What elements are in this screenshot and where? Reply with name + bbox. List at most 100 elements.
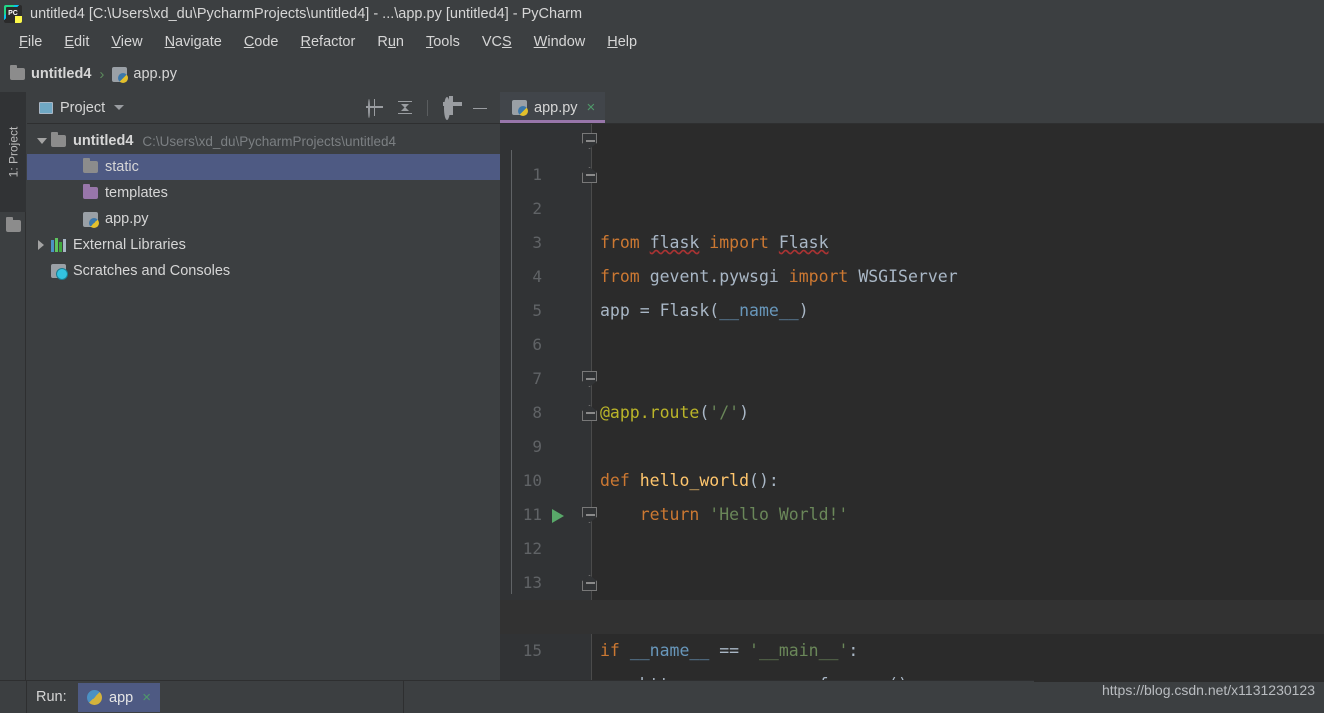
- menu-item-window[interactable]: Window: [523, 32, 597, 52]
- chevron-right-icon[interactable]: [35, 232, 49, 258]
- gear-icon[interactable]: [442, 96, 458, 120]
- tree-node-static[interactable]: static: [27, 154, 500, 180]
- chevron-down-icon[interactable]: [35, 128, 49, 154]
- code-line[interactable]: 5: [500, 260, 1324, 320]
- project-tool-window: Project untitled4 C:\Users\xd_du\Pycharm…: [27, 92, 500, 680]
- close-icon[interactable]: ×: [587, 100, 596, 115]
- toolbar-divider: [427, 99, 428, 116]
- menu-item-tools[interactable]: Tools: [415, 32, 471, 52]
- tree-node-label: static: [105, 159, 139, 175]
- fold-marker-icon[interactable]: [582, 371, 597, 387]
- fold-marker-icon[interactable]: [582, 575, 597, 591]
- window-title: untitled4 [C:\Users\xd_du\PycharmProject…: [30, 6, 583, 22]
- tree-node-templates[interactable]: templates: [27, 180, 500, 206]
- code-line[interactable]: 10: [500, 430, 1324, 490]
- menu-item-run[interactable]: Run: [366, 32, 415, 52]
- menu-item-help[interactable]: Help: [596, 32, 648, 52]
- bottom-tool-strip: [0, 681, 27, 713]
- tree-node-untitled4[interactable]: untitled4 C:\Users\xd_du\PycharmProjects…: [27, 128, 500, 154]
- python-icon: [87, 690, 102, 705]
- scratches-icon: [51, 264, 68, 280]
- run-gutter-icon[interactable]: [552, 509, 564, 523]
- breadcrumb-project-label: untitled4: [31, 66, 92, 82]
- python-file-icon: [112, 66, 129, 83]
- project-panel-header: Project: [27, 92, 500, 124]
- target-icon[interactable]: [367, 98, 383, 118]
- code-line[interactable]: 3: [500, 192, 1324, 252]
- structure-folder-icon[interactable]: [6, 217, 21, 232]
- code-text: http_server.serve_forever(): [600, 668, 908, 680]
- title-bar: untitled4 [C:\Users\xd_du\PycharmProject…: [0, 0, 1324, 28]
- menu-item-navigate[interactable]: Navigate: [154, 32, 233, 52]
- tree-node-external-libraries[interactable]: External Libraries: [27, 232, 500, 258]
- libraries-icon: [51, 238, 66, 252]
- folder-icon: [83, 158, 98, 173]
- fold-marker-icon[interactable]: [582, 507, 597, 523]
- code-line[interactable]: 11: [500, 464, 1324, 524]
- code-line[interactable]: 1 from flask import Flask: [500, 124, 1324, 252]
- breadcrumb-file[interactable]: app.py: [112, 66, 177, 83]
- code-line[interactable]: 9 return 'Hello World!': [500, 396, 1324, 524]
- breadcrumb-separator-icon: ›: [99, 65, 105, 83]
- tree-node-label: templates: [105, 185, 168, 201]
- code-line[interactable]: 7 @app.route('/'): [500, 328, 1324, 422]
- tree-node-label: Scratches and Consoles: [73, 263, 231, 279]
- folder-purple-icon: [83, 184, 98, 199]
- left-tool-strip: 1: Project: [0, 92, 26, 680]
- python-file-icon: [83, 211, 99, 228]
- tree-node-label: untitled4: [73, 133, 134, 149]
- menu-item-vcs[interactable]: VCS: [471, 32, 523, 52]
- menu-item-view[interactable]: View: [100, 32, 153, 52]
- tool-window-button-project[interactable]: 1: Project: [0, 92, 26, 212]
- code-line[interactable]: 8 def hello_world():: [500, 362, 1324, 490]
- minimize-icon[interactable]: [472, 100, 488, 116]
- breadcrumb-project[interactable]: untitled4: [10, 65, 92, 82]
- code-line[interactable]: 6: [500, 294, 1324, 354]
- project-icon: [39, 101, 53, 114]
- tree-node-app-py[interactable]: app.py: [27, 206, 500, 232]
- pycharm-logo-icon: [4, 5, 22, 23]
- code-line[interactable]: 2 from gevent.pywsgi import WSGIServer: [500, 158, 1324, 286]
- fold-marker-icon[interactable]: [582, 405, 597, 421]
- line-number: 15: [522, 641, 542, 660]
- code-line[interactable]: 15: [500, 600, 1324, 660]
- code-editor[interactable]: 1 from flask import Flask 2 from gevent.…: [500, 124, 1324, 680]
- code-line[interactable]: 14 http_server.serve_forever(): [500, 566, 1324, 680]
- menu-item-code[interactable]: Code: [233, 32, 290, 52]
- editor-tab-bar: app.py ×: [500, 92, 1324, 124]
- close-icon[interactable]: ×: [142, 690, 151, 705]
- editor-tab-label: app.py: [534, 99, 578, 116]
- run-tab-label: app: [109, 689, 134, 706]
- menu-item-refactor[interactable]: Refactor: [290, 32, 367, 52]
- folder-icon: [10, 65, 25, 80]
- folder-icon: [51, 132, 66, 147]
- code-text: if __name__ == '__main__':: [600, 641, 859, 660]
- breadcrumb-file-label: app.py: [133, 66, 177, 82]
- editor-tab-app-py[interactable]: app.py ×: [500, 92, 606, 123]
- project-panel-title: Project: [60, 99, 106, 116]
- chevron-down-icon[interactable]: [114, 105, 125, 110]
- editor-area: app.py × 1 from flask import Flask 2 fro…: [500, 92, 1324, 680]
- tree-node-label: External Libraries: [73, 237, 186, 253]
- fold-marker-icon[interactable]: [582, 167, 597, 183]
- pycharm-window: untitled4 [C:\Users\xd_du\PycharmProject…: [0, 0, 1324, 713]
- tree-node-scratches-and-consoles[interactable]: Scratches and Consoles: [27, 258, 500, 284]
- code-line[interactable]: 4 app = Flask(__name__): [500, 226, 1324, 320]
- code-line[interactable]: 12 if __name__ == '__main__':: [500, 498, 1324, 660]
- fold-marker-icon[interactable]: [582, 133, 597, 149]
- tool-window-button-project-label: 1: Project: [6, 126, 21, 178]
- code-lines: 1 from flask import Flask 2 from gevent.…: [500, 124, 1324, 680]
- project-tree: untitled4 C:\Users\xd_du\PycharmProjects…: [27, 124, 500, 284]
- tree-node-path: C:\Users\xd_du\PycharmProjects\untitled4: [142, 133, 397, 149]
- menu-bar[interactable]: File Edit View Navigate Code Refactor Ru…: [0, 28, 1324, 56]
- watermark-text: https://blog.csdn.net/x1131230123: [1101, 682, 1315, 698]
- python-file-icon: [512, 100, 528, 116]
- code-line[interactable]: 13 http_server = WSGIServer(('0.0.0.0', …: [500, 532, 1324, 626]
- menu-item-edit[interactable]: Edit: [53, 32, 100, 52]
- project-panel-toolbar: [367, 96, 492, 120]
- collapse-all-icon[interactable]: [397, 100, 413, 116]
- menu-item-file[interactable]: File: [8, 32, 53, 52]
- run-tab-app[interactable]: app ×: [78, 683, 160, 712]
- bottom-divider: [403, 681, 404, 713]
